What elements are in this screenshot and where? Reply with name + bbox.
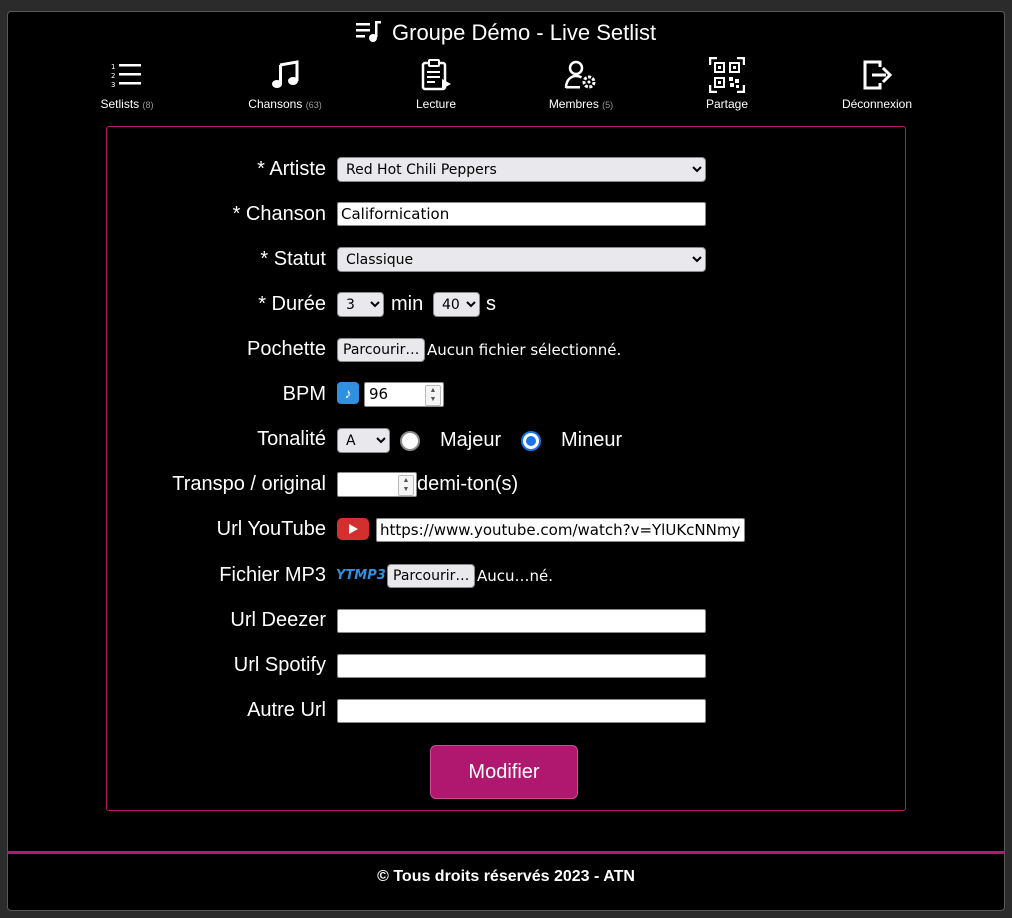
mp3-browse-button[interactable]: Parcourir… [387,564,476,588]
major-label: Majeur [440,429,502,451]
footer-copyright: © Tous droits réservés 2023 - ATN [377,868,635,885]
submit-button[interactable]: Modifier [430,745,578,799]
svg-text:2: 2 [111,72,115,80]
minor-radio[interactable] [521,431,541,451]
nav-item-deconnexion[interactable]: Déconnexion [802,58,952,111]
cover-browse-button[interactable]: Parcourir… [337,338,426,362]
cover-file-status: Aucun fichier sélectionné. [427,341,622,359]
minor-label: Mineur [561,429,623,451]
artist-select[interactable]: Red Hot Chili Peppers [337,157,706,182]
nav-label: Partage [705,97,749,111]
music-note-icon [272,60,299,88]
nav-count: (5) [602,100,614,110]
bpm-value: 96 [369,385,389,403]
youtube-url-input[interactable] [376,518,745,542]
nav-label: Déconnexion [841,97,913,111]
page-title-text: Groupe Démo - Live Setlist [392,20,657,45]
svg-text:1: 1 [111,63,115,71]
key-label: Tonalité [257,428,326,450]
nav-label: Membres [548,97,599,111]
nav-label: Chansons [248,97,303,111]
spotify-url-input[interactable] [337,654,706,678]
duration-min-unit: min [391,293,424,315]
nav-item-partage[interactable]: Partage [652,57,802,111]
mp3-label: Fichier MP3 [219,564,326,586]
major-radio[interactable] [400,431,420,451]
playlist-icon [355,21,381,42]
page-title: Groupe Démo - Live Setlist [0,20,1012,46]
duration-label: * Durée [258,293,326,315]
ytmp3-icon[interactable]: YTMP3 [336,565,386,587]
numbered-list-icon: 123 [111,63,141,89]
other-url-label: Autre Url [247,699,326,721]
nav-item-membres[interactable]: Membres (5) [506,58,656,111]
mp3-file-status: Aucu…né. [477,567,554,585]
spinner-arrows-icon[interactable]: ▲ ▼ [425,385,441,406]
status-label: * Statut [260,248,326,270]
qr-code-icon [709,57,745,93]
youtube-icon[interactable] [337,518,369,540]
artist-label: * Artiste [257,158,326,180]
transpo-input[interactable]: ▲ ▼ [337,472,417,497]
metronome-icon[interactable]: ♪ [337,382,359,404]
transpo-label: Transpo / original [172,473,326,495]
duration-min-select[interactable]: 3 [337,292,384,317]
nav-count: (8) [142,100,154,110]
song-input[interactable] [337,202,706,226]
spotify-label: Url Spotify [233,654,326,676]
cover-label: Pochette [247,338,326,360]
nav-label: Setlists [100,97,140,111]
logout-icon [863,60,892,90]
duration-sec-select[interactable]: 40 [433,292,480,317]
nav-item-chansons[interactable]: Chansons (63) [210,58,360,111]
transpo-unit: demi-ton(s) [417,473,519,495]
youtube-label: Url YouTube [216,518,326,540]
user-gear-icon [564,60,596,89]
nav-item-setlists[interactable]: 123 Setlists (8) [52,58,202,111]
nav-count: (63) [305,100,322,110]
song-label: * Chanson [232,203,326,225]
svg-text:3: 3 [111,81,115,89]
status-select[interactable]: Classique [337,247,706,272]
nav-label: Lecture [415,97,457,111]
clipboard-play-icon [421,59,451,91]
key-select[interactable]: A [337,428,390,453]
deezer-label: Url Deezer [230,609,326,631]
bpm-label: BPM [282,383,326,405]
deezer-url-input[interactable] [337,609,706,633]
footer-divider [7,851,1005,854]
other-url-input[interactable] [337,699,706,723]
duration-sec-unit: s [486,293,496,315]
bpm-input[interactable]: 96 ▲ ▼ [364,382,444,407]
nav-item-lecture[interactable]: Lecture [361,58,511,111]
spinner-arrows-icon[interactable]: ▲ ▼ [398,475,414,496]
